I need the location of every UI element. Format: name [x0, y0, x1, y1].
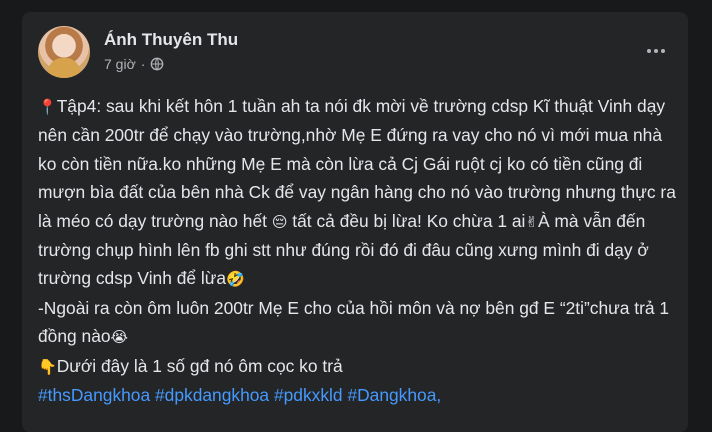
hashtag-link[interactable]: #thsDangkhoa [38, 385, 150, 405]
post-paragraph-3: 👇Dưới đây là 1 số gđ nó ôm cọc ko trả [38, 352, 678, 381]
post-paragraph-1: 📍Tập4: sau khi kết hôn 1 tuần ah ta nói … [38, 92, 678, 294]
post-line-text: tất cả đều bị lừa! Ko chừa 1 ai [287, 210, 526, 231]
meta-separator: · [140, 56, 146, 72]
globe-icon[interactable] [150, 57, 164, 71]
hashtag-list: #thsDangkhoa #dpkdangkhoa #pdkxkld #Dang… [38, 381, 678, 409]
post-time[interactable]: 7 giờ [104, 56, 136, 72]
post-card: Ánh Thuyên Thu 7 giờ · 📍Tập4: sau khi kế… [22, 12, 688, 432]
hashtag-trailing: , [436, 385, 442, 406]
pin-icon: 📍 [38, 98, 57, 116]
author-name[interactable]: Ánh Thuyên Thu [104, 30, 238, 50]
pensive-emoji: 😔 [271, 212, 288, 231]
post-meta: 7 giờ · [104, 56, 164, 72]
more-options-icon[interactable] [642, 40, 670, 62]
pointing-down-emoji: 👇 [38, 357, 57, 376]
rofl-emoji: 🤣 [226, 270, 245, 289]
post-text: 📍Tập4: sau khi kết hôn 1 tuần ah ta nói … [38, 92, 678, 409]
victory-hand-emoji: ✌ [525, 212, 538, 231]
post-paragraph-2: -Ngoài ra còn ôm luôn 200tr Mẹ E cho của… [38, 294, 678, 352]
post-line-text: -Ngoài ra còn ôm luôn 200tr Mẹ E cho của… [38, 297, 670, 347]
hashtag-link[interactable]: #Dangkhoa [347, 385, 436, 405]
hashtag-link[interactable]: #dpkdangkhoa [155, 385, 269, 405]
post-line-text: Dưới đây là 1 số gđ nó ôm cọc ko trả [56, 355, 343, 376]
avatar[interactable] [38, 26, 90, 78]
hashtag-link[interactable]: #pdkxkld [274, 385, 343, 405]
crying-emoji: 😭 [110, 328, 129, 347]
